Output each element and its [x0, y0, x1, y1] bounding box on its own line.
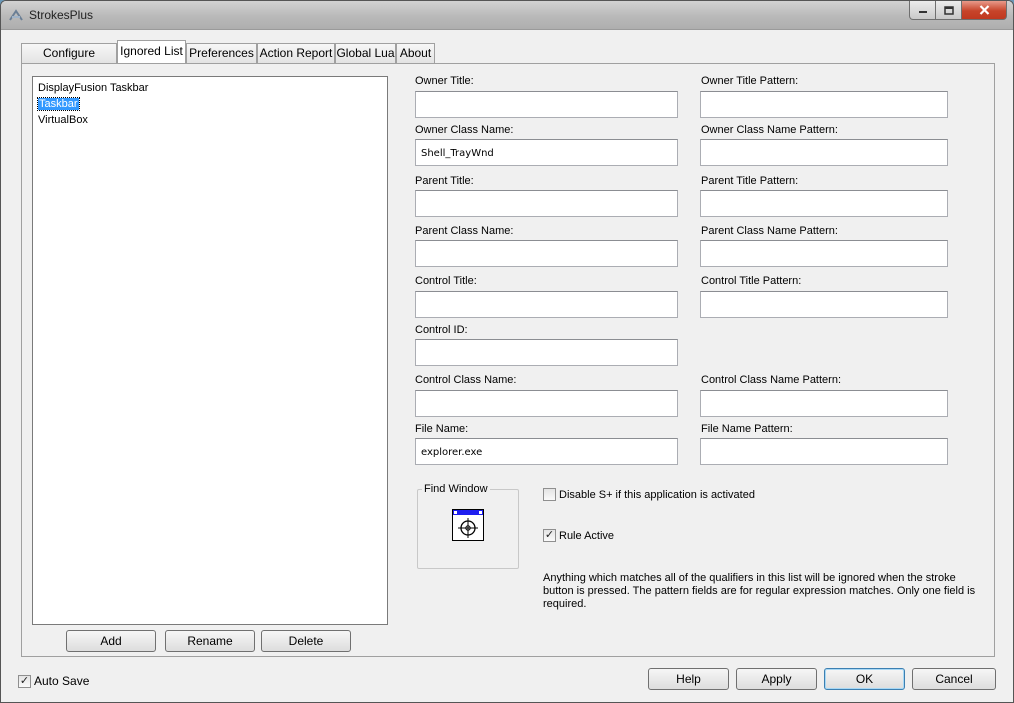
strokesplus-app-icon [9, 9, 23, 21]
delete-button[interactable]: Delete [261, 630, 351, 652]
cancel-button[interactable]: Cancel [912, 668, 996, 690]
maximize-button[interactable] [936, 1, 962, 20]
checkmark-icon[interactable]: ✓ [543, 529, 556, 542]
control-class-name-label: Control Class Name: [415, 374, 517, 386]
parent-class-name-pattern-label: Parent Class Name Pattern: [701, 225, 838, 237]
file-name-pattern-label: File Name Pattern: [701, 423, 793, 435]
window-title: StrokesPlus [29, 8, 94, 22]
control-title-label: Control Title: [415, 275, 477, 287]
parent-class-name-input[interactable] [415, 240, 678, 267]
file-name-pattern-input[interactable] [700, 438, 948, 465]
parent-title-input[interactable] [415, 190, 678, 217]
tab-configure-actions[interactable]: Configure Actions [21, 43, 117, 79]
file-name-input[interactable]: explorer.exe [415, 438, 678, 465]
owner-title-pattern-label: Owner Title Pattern: [701, 75, 799, 87]
close-icon [979, 5, 989, 15]
tab-action-report[interactable]: Action Report [257, 43, 335, 63]
strokesplus-window: StrokesPlus Configure Actions Ignored Li… [0, 0, 1014, 703]
owner-title-pattern-input[interactable] [700, 91, 948, 118]
parent-class-name-label: Parent Class Name: [415, 225, 514, 237]
maximize-icon [943, 5, 954, 15]
help-button[interactable]: Help [648, 668, 729, 690]
tab-ignored-list[interactable]: Ignored List [117, 40, 186, 63]
ignored-list-panel: DisplayFusion Taskbar Taskbar VirtualBox… [21, 63, 995, 657]
tab-preferences[interactable]: Preferences [186, 43, 257, 63]
control-title-pattern-label: Control Title Pattern: [701, 275, 802, 287]
parent-title-pattern-label: Parent Title Pattern: [701, 175, 799, 187]
control-class-name-pattern-input[interactable] [700, 390, 948, 417]
checkbox-unchecked-icon[interactable] [543, 488, 556, 501]
info-text: Anything which matches all of the qualif… [543, 572, 976, 610]
parent-title-label: Parent Title: [415, 175, 474, 187]
rename-button[interactable]: Rename [165, 630, 255, 652]
find-window-group: Find Window [417, 483, 519, 569]
apply-button[interactable]: Apply [736, 668, 817, 690]
minimize-button[interactable] [909, 1, 936, 20]
control-title-pattern-input[interactable] [700, 291, 948, 318]
tab-about[interactable]: About [396, 43, 435, 63]
parent-title-pattern-input[interactable] [700, 190, 948, 217]
title-bar[interactable]: StrokesPlus [1, 1, 1013, 30]
tab-global-lua[interactable]: Global Lua [335, 43, 396, 63]
list-item[interactable]: DisplayFusion Taskbar [38, 80, 382, 96]
owner-class-name-pattern-input[interactable] [700, 139, 948, 166]
owner-class-name-pattern-label: Owner Class Name Pattern: [701, 124, 838, 136]
crosshair-icon [453, 510, 483, 538]
rule-active-checkbox[interactable]: ✓ Rule Active [543, 529, 614, 542]
checkmark-icon[interactable]: ✓ [18, 674, 31, 688]
owner-class-name-input[interactable]: Shell_TrayWnd [415, 139, 678, 166]
minimize-icon [918, 11, 927, 13]
add-button[interactable]: Add [66, 630, 156, 652]
owner-title-label: Owner Title: [415, 75, 474, 87]
control-title-input[interactable] [415, 291, 678, 318]
owner-class-name-label: Owner Class Name: [415, 124, 514, 136]
ignored-list-box[interactable]: DisplayFusion Taskbar Taskbar VirtualBox [32, 76, 388, 625]
control-class-name-input[interactable] [415, 390, 678, 417]
crosshair-finder-icon[interactable] [452, 509, 484, 541]
control-id-label: Control ID: [415, 324, 468, 336]
ok-button[interactable]: OK [824, 668, 905, 690]
owner-title-input[interactable] [415, 91, 678, 118]
disable-splus-checkbox[interactable]: Disable S+ if this application is activa… [543, 488, 755, 501]
parent-class-name-pattern-input[interactable] [700, 240, 948, 267]
auto-save-checkbox[interactable]: ✓ Auto Save [18, 674, 89, 688]
find-window-label: Find Window [422, 483, 490, 495]
list-item-selected[interactable]: Taskbar [37, 96, 382, 112]
close-button[interactable] [962, 1, 1007, 20]
list-item[interactable]: VirtualBox [38, 112, 382, 128]
control-class-name-pattern-label: Control Class Name Pattern: [701, 374, 841, 386]
file-name-label: File Name: [415, 423, 469, 435]
control-id-input[interactable] [415, 339, 678, 366]
